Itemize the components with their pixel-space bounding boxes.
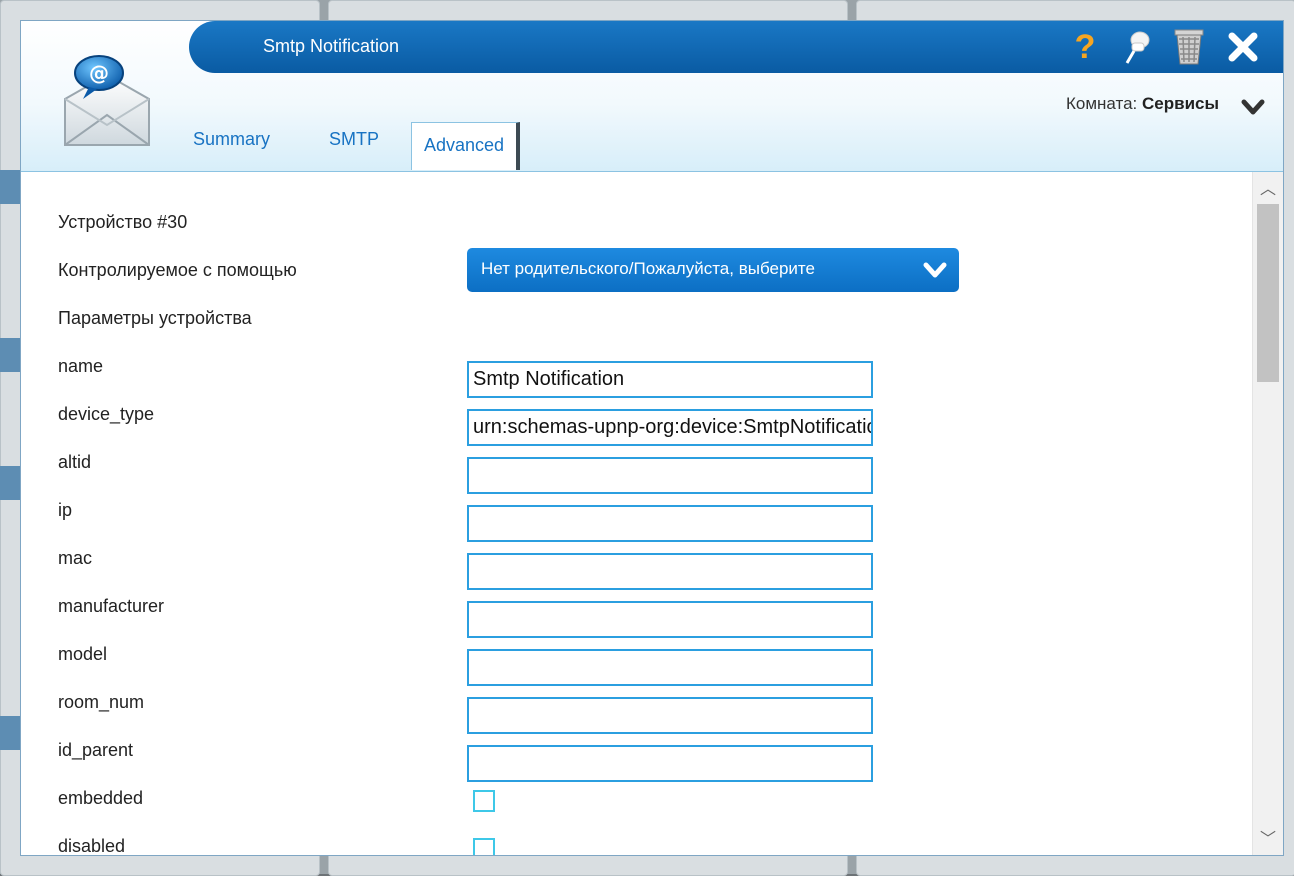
device-type-field[interactable]: urn:schemas-upnp-org:device:SmtpNotifica… [467,409,873,446]
svg-text:@: @ [89,61,109,85]
chevron-down-icon[interactable] [1241,97,1265,117]
parent-device-select-value: Нет родительского/Пожалуйста, выберите [481,259,815,278]
room-indicator: Комната: Сервисы [1066,94,1219,114]
close-icon[interactable] [1225,27,1261,67]
trash-can-icon[interactable] [1171,27,1207,67]
device-settings-dialog: @ Smtp Notification ? Комната: Сервисы S… [20,20,1284,856]
room-value: Сервисы [1142,94,1219,113]
field-label-room-num: room_num [58,692,145,712]
device-number-label: Устройство #30 [58,212,188,232]
tab-summary[interactable]: Summary [193,129,270,150]
manufacturer-field[interactable] [467,601,873,638]
email-envelope-icon: @ [64,55,150,146]
dialog-header: @ Smtp Notification ? Комната: Сервисы S… [21,21,1283,172]
parent-device-select[interactable]: Нет родительского/Пожалуйста, выберите [467,248,959,292]
field-label-manufacturer: manufacturer [58,596,165,616]
background-strip [0,466,20,500]
field-label-device-type: device_type [58,404,155,424]
disabled-checkbox[interactable] [473,838,495,855]
field-label-altid: altid [58,452,92,472]
field-label-id-parent: id_parent [58,740,134,760]
room-label: Комната: [1065,94,1138,113]
model-field[interactable] [467,649,873,686]
checkbox-label-embedded: embedded [58,788,144,808]
room-num-field[interactable] [467,697,873,734]
checkbox-label-disabled: disabled [58,836,126,856]
scrollbar-thumb[interactable] [1257,204,1279,382]
advanced-content: Устройство #30 Контролируемое с помощью … [21,172,1253,856]
field-label-ip: ip [58,500,73,520]
scroll-up-arrow-icon[interactable]: ︿ [1253,176,1283,204]
background-strip [0,170,20,204]
controlled-by-label: Контролируемое с помощью [58,260,297,280]
embedded-checkbox[interactable] [473,790,495,812]
title-bar: Smtp Notification ? [189,21,1283,73]
ip-field[interactable] [467,505,873,542]
field-label-name: name [58,356,104,376]
dialog-title: Smtp Notification [263,36,400,56]
field-label-model: model [58,644,108,664]
scroll-down-arrow-icon[interactable]: ﹀ [1253,826,1283,854]
tab-smtp[interactable]: SMTP [329,129,379,150]
background-strip [0,338,20,372]
altid-field[interactable] [467,457,873,494]
help-icon[interactable]: ? [1067,27,1103,67]
mac-field[interactable] [467,553,873,590]
background-strip [0,716,20,750]
field-label-mac: mac [58,548,93,568]
pushpin-icon[interactable] [1119,27,1155,67]
tab-advanced[interactable]: Advanced [411,122,521,170]
chevron-down-icon [923,262,947,278]
vertical-scrollbar[interactable]: ︿ ﹀ [1252,172,1283,855]
id-parent-field[interactable] [467,745,873,782]
device-params-label: Параметры устройства [58,308,252,328]
name-field[interactable]: Smtp Notification [467,361,873,398]
